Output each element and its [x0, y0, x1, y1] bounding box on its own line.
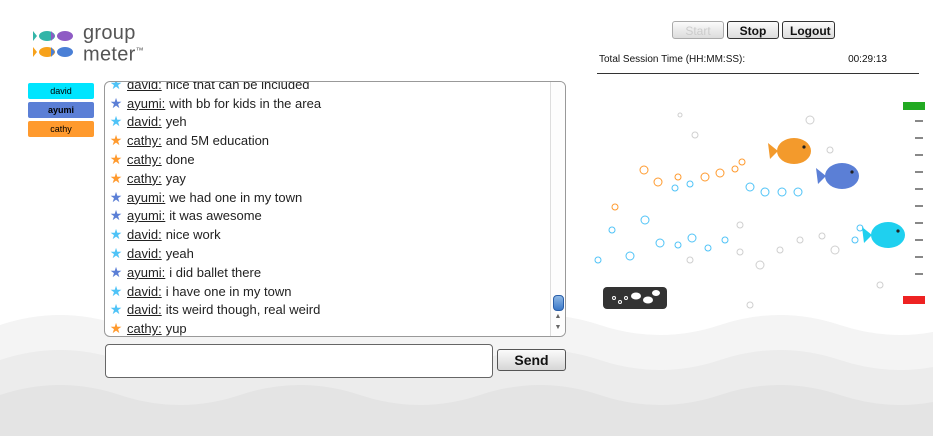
scrollbar-thumb[interactable]	[553, 295, 564, 311]
participant-list: david ayumi cathy	[28, 83, 94, 140]
star-icon: ★	[109, 81, 123, 92]
logo-tm: ™	[135, 46, 144, 55]
chat-message: ★ cathy: done	[108, 150, 548, 169]
star-icon: ★	[109, 169, 123, 186]
chat-message: ★ ayumi: i did ballet there	[108, 263, 548, 282]
message-text: it was awesome	[169, 208, 262, 224]
message-text: i did ballet there	[169, 264, 262, 280]
cyan-fish-icon	[862, 222, 905, 248]
stop-button[interactable]: Stop	[727, 21, 779, 39]
message-username[interactable]: cathy:	[127, 321, 162, 336]
star-icon: ★	[109, 94, 123, 111]
star-icon: ★	[109, 207, 123, 224]
chat-message: ★ cathy: yup	[108, 319, 548, 337]
star-icon: ★	[109, 113, 123, 130]
session-controls: Start Stop Logout	[672, 21, 835, 39]
message-text: its weird though, real weird	[165, 302, 321, 318]
message-username[interactable]: ayumi:	[127, 96, 165, 111]
logo-line1: group	[83, 22, 136, 44]
bubbles	[594, 112, 884, 309]
star-icon: ★	[109, 188, 123, 205]
star-icon: ★	[109, 245, 123, 262]
orange-fish-icon	[768, 138, 811, 164]
chat-message: ★ ayumi: with bb for kids in the area	[108, 94, 548, 113]
logo-line2: meter	[83, 43, 136, 66]
logout-button[interactable]: Logout	[782, 21, 835, 39]
message-username[interactable]: david:	[127, 302, 162, 317]
chat-message: ★ david: i have one in my town	[108, 282, 548, 301]
message-username[interactable]: cathy:	[127, 133, 162, 148]
fish-logo-icon	[33, 31, 73, 57]
session-time-label: Total Session Time (HH:MM:SS):	[599, 54, 746, 65]
blue-fish-icon	[816, 163, 859, 189]
group-visualization	[594, 102, 925, 309]
chat-message: ★ david: nice work	[108, 225, 548, 244]
message-text: yay	[165, 170, 186, 186]
chat-message: ★ cathy: and 5M education	[108, 131, 548, 150]
participant-cathy[interactable]: cathy	[28, 121, 94, 137]
message-list: ★ david: nice that can be included ★ ayumi: w…	[108, 81, 548, 337]
message-text: yeah	[165, 246, 194, 262]
groupmeter-logo: group meter™	[33, 22, 173, 66]
session-time-value: 00:29:13	[848, 54, 887, 65]
chat-message: ★ ayumi: we had one in my town	[108, 188, 548, 207]
chat-message: ★ ayumi: it was awesome	[108, 207, 548, 226]
message-text: we had one in my town	[169, 189, 303, 205]
star-icon: ★	[109, 226, 123, 243]
chat-message: ★ david: yeh	[108, 113, 548, 132]
fish-school-badge-icon	[603, 287, 667, 309]
chat-message: ★ cathy: yay	[108, 169, 548, 188]
message-username[interactable]: david:	[127, 284, 162, 299]
chat-message: ★ david: nice that can be included	[108, 81, 548, 94]
star-icon: ★	[109, 132, 123, 149]
message-text: and 5M education	[165, 133, 270, 149]
message-username[interactable]: david:	[127, 82, 162, 92]
message-username[interactable]: david:	[127, 114, 162, 129]
session-time: Total Session Time (HH:MM:SS): 00:29:13	[597, 51, 919, 74]
message-text: yeh	[165, 114, 187, 130]
star-icon: ★	[109, 320, 123, 337]
message-username[interactable]: david:	[127, 246, 162, 261]
message-username[interactable]: cathy:	[127, 171, 162, 186]
activity-gauge	[903, 102, 925, 304]
chat-log[interactable]: ★ david: nice that can be included ★ ayumi: w…	[104, 81, 566, 337]
message-input[interactable]	[105, 344, 493, 378]
message-username[interactable]: david:	[127, 227, 162, 242]
scroll-up-icon[interactable]: ▲	[551, 312, 565, 322]
participant-ayumi[interactable]: ayumi	[28, 102, 94, 118]
message-username[interactable]: ayumi:	[127, 208, 165, 223]
message-text: nice work	[165, 227, 221, 243]
star-icon: ★	[109, 151, 123, 168]
star-icon: ★	[109, 301, 123, 318]
message-username[interactable]: ayumi:	[127, 190, 165, 205]
message-text: nice that can be included	[165, 81, 310, 92]
chat-message: ★ david: yeah	[108, 244, 548, 263]
scroll-down-icon[interactable]: ▼	[551, 323, 565, 333]
star-icon: ★	[109, 263, 123, 280]
start-button[interactable]: Start	[672, 21, 724, 39]
message-username[interactable]: ayumi:	[127, 265, 165, 280]
message-text: with bb for kids in the area	[169, 95, 322, 111]
message-text: done	[165, 152, 195, 168]
send-button[interactable]: Send	[497, 349, 566, 371]
message-username[interactable]: cathy:	[127, 152, 162, 167]
participant-david[interactable]: david	[28, 83, 94, 99]
message-text: yup	[165, 321, 187, 337]
chat-scrollbar[interactable]: ▲ ▼	[550, 82, 565, 336]
star-icon: ★	[109, 282, 123, 299]
message-text: i have one in my town	[165, 283, 292, 299]
chat-message: ★ david: its weird though, real weird	[108, 301, 548, 320]
